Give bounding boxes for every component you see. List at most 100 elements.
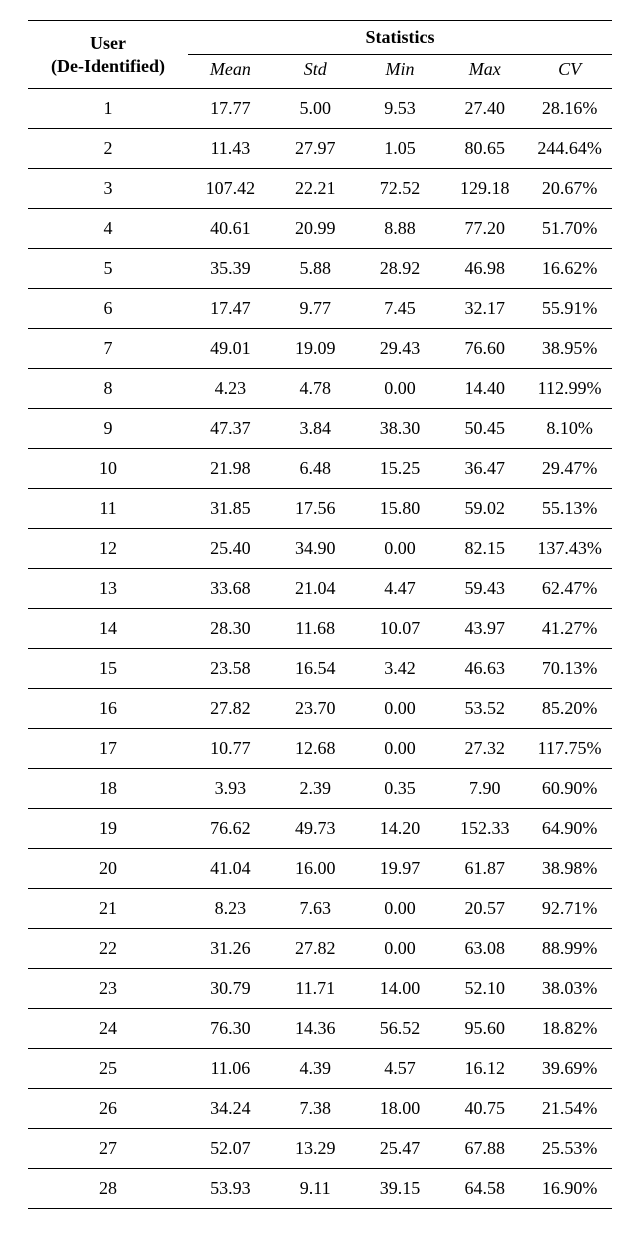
table-row: 749.0119.0929.4376.6038.95%	[28, 329, 612, 369]
cell-cv: 28.16%	[527, 89, 612, 129]
cell-cv: 55.13%	[527, 489, 612, 529]
cell-max: 63.08	[442, 929, 527, 969]
cell-std: 13.29	[273, 1129, 358, 1169]
cell-max: 80.65	[442, 129, 527, 169]
cell-mean: 10.77	[188, 729, 273, 769]
cell-std: 7.63	[273, 889, 358, 929]
table-row: 2330.7911.7114.0052.1038.03%	[28, 969, 612, 1009]
table-row: 117.775.009.5327.4028.16%	[28, 89, 612, 129]
cell-cv: 92.71%	[527, 889, 612, 929]
cell-max: 43.97	[442, 609, 527, 649]
cell-min: 14.20	[358, 809, 443, 849]
cell-cv: 20.67%	[527, 169, 612, 209]
col-header-cv: CV	[527, 55, 612, 89]
cell-mean: 8.23	[188, 889, 273, 929]
cell-cv: 85.20%	[527, 689, 612, 729]
cell-mean: 11.06	[188, 1049, 273, 1089]
cell-mean: 31.85	[188, 489, 273, 529]
cell-mean: 47.37	[188, 409, 273, 449]
cell-mean: 27.82	[188, 689, 273, 729]
cell-user: 4	[28, 209, 188, 249]
cell-cv: 62.47%	[527, 569, 612, 609]
table-row: 2634.247.3818.0040.7521.54%	[28, 1089, 612, 1129]
cell-user: 2	[28, 129, 188, 169]
table-row: 2231.2627.820.0063.0888.99%	[28, 929, 612, 969]
cell-cv: 137.43%	[527, 529, 612, 569]
table-row: 84.234.780.0014.40112.99%	[28, 369, 612, 409]
cell-user: 20	[28, 849, 188, 889]
cell-std: 22.21	[273, 169, 358, 209]
cell-std: 27.82	[273, 929, 358, 969]
cell-max: 59.43	[442, 569, 527, 609]
cell-cv: 16.90%	[527, 1169, 612, 1209]
cell-cv: 117.75%	[527, 729, 612, 769]
table-row: 535.395.8828.9246.9816.62%	[28, 249, 612, 289]
cell-cv: 39.69%	[527, 1049, 612, 1089]
cell-user: 13	[28, 569, 188, 609]
cell-user: 6	[28, 289, 188, 329]
cell-user: 11	[28, 489, 188, 529]
cell-max: 76.60	[442, 329, 527, 369]
cell-std: 12.68	[273, 729, 358, 769]
cell-max: 27.40	[442, 89, 527, 129]
cell-mean: 17.77	[188, 89, 273, 129]
cell-max: 61.87	[442, 849, 527, 889]
cell-mean: 76.62	[188, 809, 273, 849]
table-row: 2752.0713.2925.4767.8825.53%	[28, 1129, 612, 1169]
table-row: 440.6120.998.8877.2051.70%	[28, 209, 612, 249]
cell-cv: 38.95%	[527, 329, 612, 369]
cell-max: 77.20	[442, 209, 527, 249]
table-row: 1710.7712.680.0027.32117.75%	[28, 729, 612, 769]
cell-min: 15.80	[358, 489, 443, 529]
cell-user: 10	[28, 449, 188, 489]
cell-max: 67.88	[442, 1129, 527, 1169]
cell-mean: 33.68	[188, 569, 273, 609]
cell-mean: 52.07	[188, 1129, 273, 1169]
cell-mean: 3.93	[188, 769, 273, 809]
cell-min: 0.00	[358, 729, 443, 769]
cell-max: 82.15	[442, 529, 527, 569]
cell-std: 2.39	[273, 769, 358, 809]
cell-std: 23.70	[273, 689, 358, 729]
cell-mean: 21.98	[188, 449, 273, 489]
table-row: 1333.6821.044.4759.4362.47%	[28, 569, 612, 609]
cell-min: 0.00	[358, 929, 443, 969]
cell-min: 39.15	[358, 1169, 443, 1209]
cell-std: 20.99	[273, 209, 358, 249]
cell-max: 20.57	[442, 889, 527, 929]
cell-std: 16.54	[273, 649, 358, 689]
statistics-table: User (De-Identified) Statistics Mean Std…	[28, 20, 612, 1209]
cell-min: 3.42	[358, 649, 443, 689]
cell-min: 10.07	[358, 609, 443, 649]
cell-user: 5	[28, 249, 188, 289]
cell-min: 4.47	[358, 569, 443, 609]
cell-max: 53.52	[442, 689, 527, 729]
cell-user: 17	[28, 729, 188, 769]
table-row: 2511.064.394.5716.1239.69%	[28, 1049, 612, 1089]
cell-max: 59.02	[442, 489, 527, 529]
cell-std: 14.36	[273, 1009, 358, 1049]
cell-min: 1.05	[358, 129, 443, 169]
cell-mean: 28.30	[188, 609, 273, 649]
cell-max: 40.75	[442, 1089, 527, 1129]
col-header-min: Min	[358, 55, 443, 89]
cell-user: 23	[28, 969, 188, 1009]
cell-cv: 70.13%	[527, 649, 612, 689]
table-row: 947.373.8438.3050.458.10%	[28, 409, 612, 449]
cell-std: 9.11	[273, 1169, 358, 1209]
cell-mean: 76.30	[188, 1009, 273, 1049]
cell-mean: 107.42	[188, 169, 273, 209]
cell-mean: 31.26	[188, 929, 273, 969]
cell-max: 46.98	[442, 249, 527, 289]
table-row: 2853.939.1139.1564.5816.90%	[28, 1169, 612, 1209]
cell-cv: 41.27%	[527, 609, 612, 649]
cell-min: 9.53	[358, 89, 443, 129]
cell-min: 14.00	[358, 969, 443, 1009]
cell-std: 11.71	[273, 969, 358, 1009]
cell-user: 14	[28, 609, 188, 649]
cell-user: 9	[28, 409, 188, 449]
cell-max: 36.47	[442, 449, 527, 489]
cell-min: 8.88	[358, 209, 443, 249]
cell-cv: 55.91%	[527, 289, 612, 329]
cell-cv: 88.99%	[527, 929, 612, 969]
